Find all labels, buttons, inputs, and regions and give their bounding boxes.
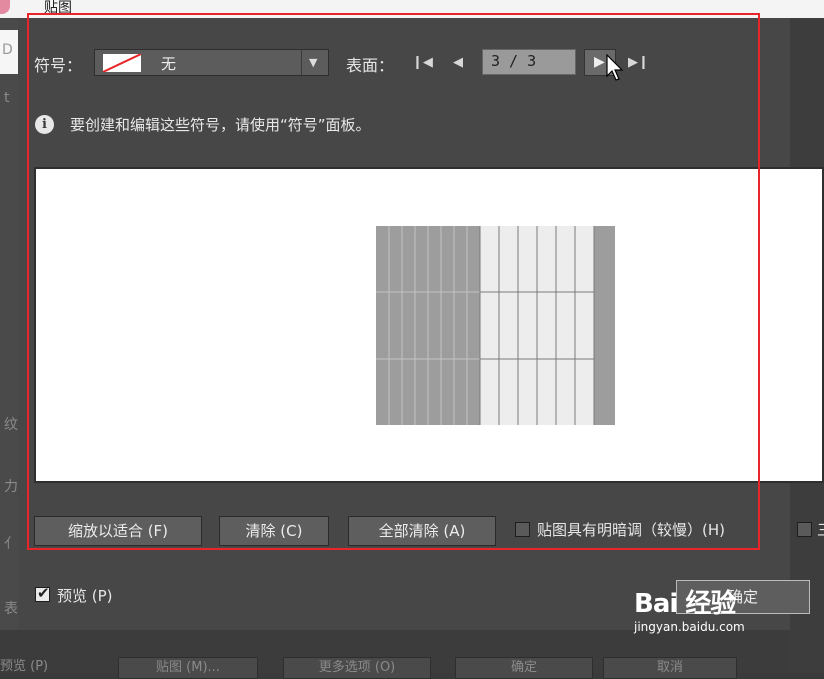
preview-checkbox[interactable] [35,584,50,602]
window-title: 贴图 [44,0,72,16]
invisible-geometry-checkbox[interactable] [797,522,812,537]
clear-button[interactable]: 清除 (C) [219,516,329,546]
background-preview-checkbox: 预览 (P) [0,659,49,674]
background-panel-left: D t 纹 力 亻 表 [0,18,18,673]
background-ok-button: 确定 [455,657,593,679]
background-bottom-bar: 预览 (P) 贴图 (M)... 更多选项 (O) 确定 取消 [0,630,790,679]
symbol-dropdown[interactable]: 无 ▼ [94,49,329,76]
scale-to-fit-button[interactable]: 缩放以适合 (F) [34,516,202,546]
surface-wireframe-grid [376,226,615,425]
background-char: 力 [4,479,18,495]
previous-surface-icon[interactable]: ◀ [453,55,463,70]
invisible-geometry-label: 三 [817,519,824,540]
background-cancel-button: 取消 [603,657,737,679]
mouse-cursor-icon [606,54,624,81]
background-more-options-button: 更多选项 (O) [283,657,431,679]
app-title-bar: 贴图 [0,0,824,18]
symbol-value: 无 [161,55,177,73]
background-char: 表 [4,601,18,617]
shade-artwork-label: 贴图具有明暗调（较慢）(H) [537,521,725,539]
baidu-watermark-logo: Bai 经验 jingyan.baidu.com [634,589,745,634]
info-icon: i [35,115,54,134]
app-logo-icon [0,0,10,14]
background-input: D [0,30,18,74]
background-map-art-button: 贴图 (M)... [118,657,258,679]
symbol-label: 符号： [34,56,83,75]
last-surface-icon[interactable]: ▶❙ [628,55,649,70]
shade-artwork-checkbox[interactable] [515,522,530,537]
surface-number-field[interactable]: 3 / 3 [482,49,576,75]
next-surface-icon: ▶ [594,54,605,70]
background-char: 亻 [4,536,18,552]
clear-all-button[interactable]: 全部清除 (A) [348,516,496,546]
info-message: 要创建和编辑这些符号，请使用“符号”面板。 [70,116,371,134]
surface-label: 表面： [346,56,395,75]
chevron-down-icon[interactable]: ▼ [301,50,328,75]
none-swatch-icon [103,54,141,72]
preview-label: 预览 (P) [57,587,113,605]
background-char: t [4,90,10,106]
first-surface-icon[interactable]: ❙◀ [412,55,433,70]
background-char: 纹 [4,417,18,433]
